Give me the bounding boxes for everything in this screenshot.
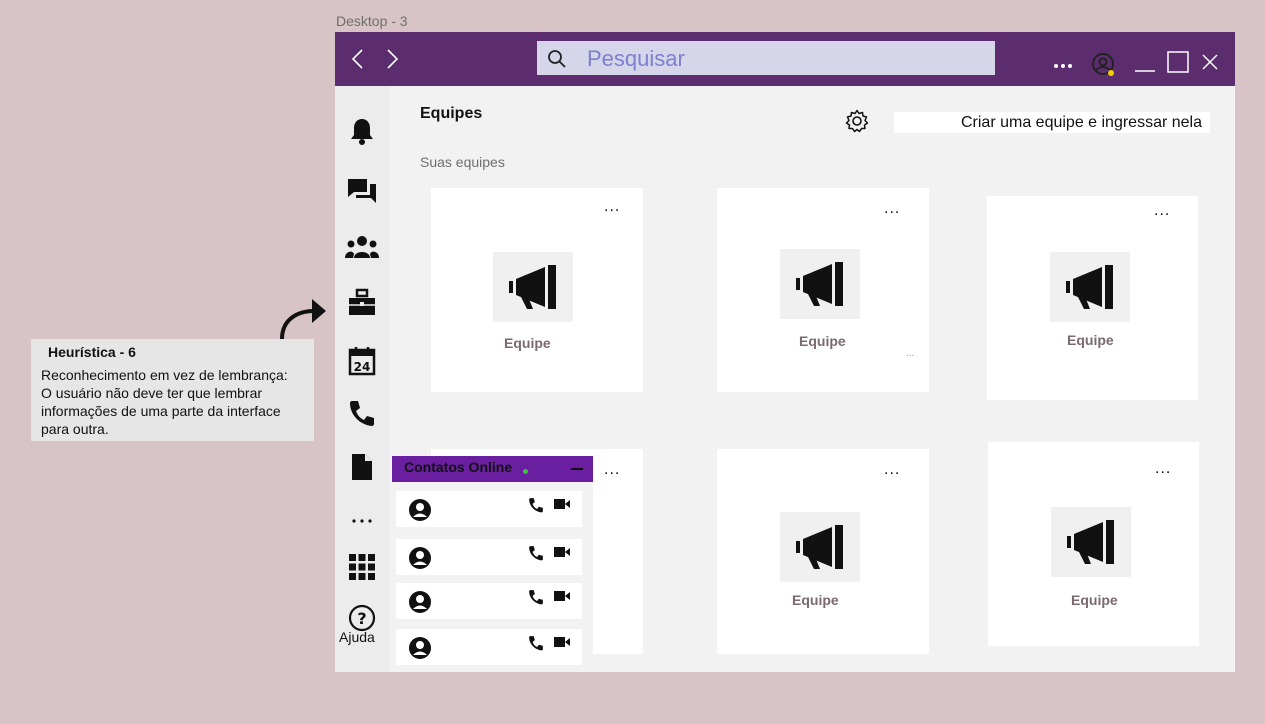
megaphone-icon [493,252,573,322]
team-card[interactable]: ... Equipe ... [717,188,929,392]
video-call-icon[interactable] [554,635,570,653]
megaphone-icon [1050,252,1130,322]
chat-icon[interactable] [345,174,379,208]
team-card[interactable]: ... Equipe [431,188,643,392]
card-label: Equipe [1067,332,1114,348]
megaphone-icon [780,249,860,319]
megaphone-icon [1051,507,1131,577]
card-more-icon[interactable]: ... [1155,461,1171,477]
call-icon[interactable] [528,545,544,566]
avatar-icon [408,590,432,619]
video-call-icon[interactable] [554,497,570,515]
team-card[interactable]: ... Equipe [717,449,929,654]
contact-row[interactable] [396,583,582,619]
back-arrow-icon[interactable] [347,46,369,72]
minimize-icon[interactable] [1135,60,1155,78]
svg-text:?: ? [357,609,366,628]
online-status-dot [523,469,528,474]
team-card[interactable]: ... Equipe [987,196,1198,400]
card-label: Equipe [1071,592,1118,608]
card-extra-dots: ... [906,348,915,359]
video-call-icon[interactable] [554,589,570,607]
heuristic-body: Reconhecimento em vez de lembrança: O us… [41,367,288,437]
contact-row[interactable] [396,539,582,575]
call-icon[interactable] [528,497,544,518]
briefcase-icon[interactable] [345,286,379,320]
profile-icon[interactable] [1091,52,1117,83]
online-contacts-title: Contatos Online [404,459,513,475]
svg-text:24: 24 [354,360,371,374]
more-options-icon[interactable] [1053,56,1073,74]
avatar-icon [408,636,432,665]
calendar-icon[interactable]: 24 [345,344,379,378]
forward-arrow-icon[interactable] [381,46,403,72]
curved-arrow-icon [280,299,326,340]
megaphone-icon [780,512,860,582]
card-more-icon[interactable]: ... [884,201,900,217]
help-label[interactable]: Ajuda [339,629,375,645]
page-title: Equipes [420,105,483,122]
titlebar: Pesquisar [335,32,1235,86]
video-call-icon[interactable] [554,545,570,563]
card-label: Equipe [792,592,839,608]
gear-icon[interactable] [845,109,869,138]
frame-label: Desktop - 3 [336,13,408,29]
card-label: Equipe [504,335,551,351]
maximize-icon[interactable] [1167,51,1189,78]
contact-row[interactable] [396,629,582,665]
call-icon[interactable] [528,589,544,610]
close-icon[interactable] [1201,53,1219,76]
search-placeholder: Pesquisar [587,46,685,71]
bell-icon[interactable] [345,114,379,148]
phone-icon[interactable] [345,396,379,430]
more-icon[interactable] [345,504,379,538]
page-subtitle: Suas equipes [420,154,505,170]
search-input[interactable]: Pesquisar [537,41,995,75]
contact-row[interactable] [396,491,582,527]
left-rail: 24 ? [335,86,390,672]
card-label: Equipe [799,333,846,349]
card-more-icon[interactable]: ... [884,462,900,478]
card-more-icon[interactable]: ... [604,199,620,215]
teams-icon[interactable] [345,230,379,264]
minimize-panel-button[interactable] [571,468,583,470]
online-contacts-panel: Contatos Online [392,456,593,672]
search-icon [548,50,566,68]
card-more-icon[interactable]: ... [1154,203,1170,219]
create-team-button[interactable]: Criar uma equipe e ingressar nela [894,112,1210,133]
heuristic-note: Heurística - 6 Reconhecimento em vez de … [31,339,314,441]
avatar-icon [408,546,432,575]
call-icon[interactable] [528,635,544,656]
online-contacts-header: Contatos Online [392,456,593,482]
avatar-icon [408,498,432,527]
apps-grid-icon[interactable] [345,550,379,584]
file-icon[interactable] [345,450,379,484]
card-more-icon[interactable]: ... [604,462,620,478]
team-card[interactable]: ... Equipe [988,442,1199,646]
heuristic-title: Heurística - 6 [48,344,136,360]
